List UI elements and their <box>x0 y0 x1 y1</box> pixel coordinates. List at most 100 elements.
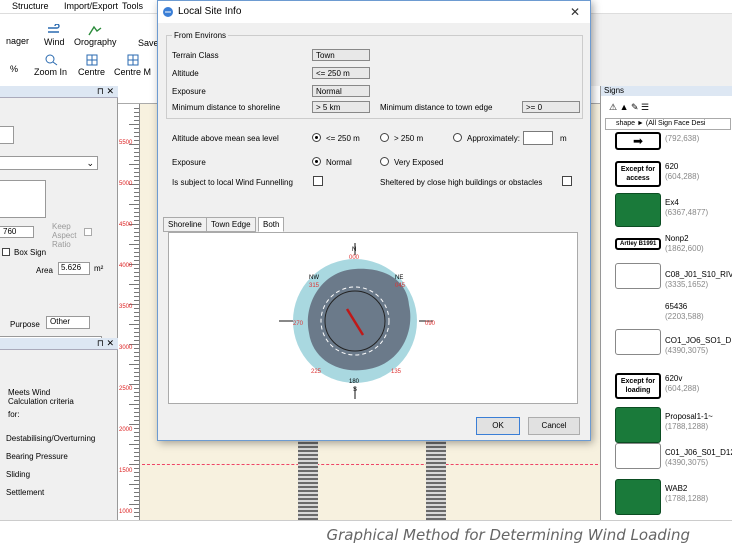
ruler-tick <box>134 276 139 277</box>
ruler-tick <box>134 300 139 301</box>
criteria-panel-header: ⊓ ✕ <box>0 338 118 350</box>
criteria-pin-close-icon[interactable]: ⊓ ✕ <box>97 338 114 349</box>
funnelling-checkbox[interactable] <box>313 176 323 186</box>
exposure-very-exposed-radio[interactable] <box>380 157 389 166</box>
text-field[interactable] <box>0 126 14 144</box>
ruler-tick <box>129 424 139 425</box>
ruler-label: 4500 <box>119 222 133 228</box>
dialog-title: Local Site Info <box>178 6 242 17</box>
save-button[interactable]: Save <box>138 38 159 48</box>
dropdown[interactable]: ⌄ <box>0 156 98 170</box>
ruler-label: 3500 <box>119 304 133 310</box>
ruler-tick <box>134 176 139 177</box>
box-sign-label: Box Sign <box>14 248 47 257</box>
ruler-tick <box>134 192 139 193</box>
ruler-tick <box>129 324 139 325</box>
manager-button[interactable]: nager <box>6 36 29 46</box>
min-town-edge-value: >= 0 <box>522 101 580 113</box>
ruler-tick <box>134 408 139 409</box>
ruler-tick <box>134 296 139 297</box>
ruler-tick <box>134 160 139 161</box>
sign-filter[interactable]: shape ► (All Sign Face Desi <box>605 118 731 130</box>
ruler-tick <box>134 380 139 381</box>
ruler-tick <box>134 500 139 501</box>
west-value: 270 <box>293 321 304 327</box>
criteria-item[interactable]: Settlement <box>6 488 44 497</box>
ruler-tick <box>134 396 139 397</box>
ok-button[interactable]: OK <box>476 417 520 435</box>
sign-item[interactable]: Proposal1-1~ (1788,1288) <box>601 404 732 444</box>
caption-text: Graphical Method for Determining Wind Lo… <box>326 526 690 544</box>
dialog-titlebar: Local Site Info ✕ <box>158 1 590 23</box>
alt-le-250-radio[interactable] <box>312 133 321 142</box>
area-field[interactable]: 5.626 <box>58 262 90 275</box>
ruler-tick <box>129 504 139 505</box>
zoom-in-button[interactable]: Zoom In <box>34 54 67 77</box>
ruler-tick <box>129 284 139 285</box>
sign-item[interactable]: Except for loading 620v (604,288) <box>601 370 732 404</box>
tab-both[interactable]: Both <box>258 217 285 232</box>
alt-approx-input[interactable] <box>523 131 553 145</box>
menu-structure[interactable]: Structure <box>12 1 49 11</box>
ruler-tick <box>134 112 139 113</box>
ruler-tick <box>134 240 139 241</box>
criteria-item[interactable]: Sliding <box>6 470 30 479</box>
menu-import-export[interactable]: Import/Export <box>64 1 118 11</box>
alt-approx-radio[interactable] <box>453 133 462 142</box>
ruler-tick <box>134 152 139 153</box>
tab-shoreline[interactable]: Shoreline <box>163 217 207 232</box>
centre-button[interactable]: Centre <box>78 54 105 77</box>
centre-m-button[interactable]: Centre M <box>114 54 151 77</box>
local-site-info-dialog: Local Site Info ✕ From Environs Terrain … <box>157 0 591 441</box>
terrain-class-value: Town <box>312 49 370 61</box>
tab-town-edge[interactable]: Town Edge <box>206 217 256 232</box>
ruler-tick <box>134 492 139 493</box>
alt-gt-250-radio[interactable] <box>380 133 389 142</box>
sign-item[interactable]: Artley B1991 Nonp2 (1862,600) <box>601 230 732 264</box>
ruler-tick <box>134 372 139 373</box>
alt-msl-label: Altitude above mean sea level <box>172 134 279 143</box>
exposure-very-exposed-label: Very Exposed <box>394 158 444 167</box>
wind-button[interactable]: Wind <box>44 24 65 47</box>
purpose-field[interactable]: Other <box>46 316 90 329</box>
orography-button[interactable]: Orography <box>74 24 117 47</box>
pin-close-icon[interactable]: ⊓ ✕ <box>97 86 114 97</box>
ruler-tick <box>129 404 139 405</box>
area-unit: m² <box>94 264 104 273</box>
ruler-label: 1500 <box>119 468 133 474</box>
for-label: for: <box>8 410 20 419</box>
ruler-tick <box>134 392 139 393</box>
ruler-tick <box>134 316 139 317</box>
sign-item[interactable]: WAB2 (1788,1288) <box>601 476 732 516</box>
sheltered-checkbox[interactable] <box>562 176 572 186</box>
sign-item[interactable]: C01_J06_S01_D12 (4390,3075) <box>601 440 732 474</box>
dimension-field[interactable]: 760 <box>0 226 34 238</box>
exposure-normal-label: Normal <box>326 158 352 167</box>
signs-toolbar-icons[interactable]: ⚠ ▲ ✎ ☰ <box>609 102 649 113</box>
ruler-tick <box>134 440 139 441</box>
ruler-tick <box>134 436 139 437</box>
keep-aspect-ratio-checkbox[interactable] <box>84 228 92 236</box>
sign-item[interactable]: Except for access 620 (604,288) <box>601 158 732 192</box>
compass-diagram: N 000 180 S 090 270 NW 315 NE 045 225 13… <box>279 243 436 399</box>
ruler-tick <box>134 336 139 337</box>
criteria-item[interactable]: Destabilising/Overturning <box>6 434 95 443</box>
ruler-tick <box>134 332 139 333</box>
ruler-tick <box>134 208 139 209</box>
ruler-label: 1000 <box>119 509 133 515</box>
ruler-tick <box>134 156 139 157</box>
box-sign-checkbox[interactable] <box>2 248 10 256</box>
ruler-tick <box>134 312 139 313</box>
criteria-item[interactable]: Bearing Pressure <box>6 452 68 461</box>
sign-item[interactable]: CO1_JO6_SO1_D (4390,3075) <box>601 326 732 360</box>
sign-item[interactable]: C08_J01_S10_RIV (3335,1652) <box>601 260 732 294</box>
exposure-normal-radio[interactable] <box>312 157 321 166</box>
close-icon[interactable]: ✕ <box>570 5 580 19</box>
cancel-button[interactable]: Cancel <box>528 417 580 435</box>
ruler-tick <box>134 288 139 289</box>
menu-tools[interactable]: Tools <box>122 1 143 11</box>
purpose-label: Purpose <box>10 320 40 329</box>
alt-approx-label: Approximately: <box>467 134 520 143</box>
wind-direction-compass-canvas: N 000 180 S 090 270 NW 315 NE 045 225 13… <box>168 232 578 404</box>
sign-item[interactable]: Ex4 (6367,4877) <box>601 190 732 230</box>
